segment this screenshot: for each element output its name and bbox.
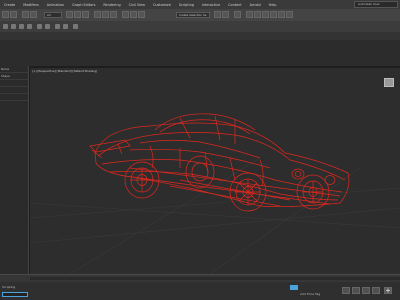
material-editor-button[interactable] <box>262 11 269 18</box>
modeling-icon[interactable] <box>55 24 60 29</box>
user-account[interactable]: Autodesk User <box>354 1 398 8</box>
viewport-grid <box>30 157 400 274</box>
redo-button[interactable] <box>10 11 17 18</box>
scene-explorer-empty-row <box>0 80 28 87</box>
menu-civil-view[interactable]: Civil View <box>125 3 149 7</box>
scene-explorer: Name Shape <box>0 66 29 274</box>
named-selection-sets-dropdown[interactable]: Create Selection Se <box>176 12 210 18</box>
menu-bar: Create Modifiers Animation Graph Editors… <box>0 0 400 9</box>
menu-scripting[interactable]: Scripting <box>175 3 198 7</box>
selection-filter-dropdown[interactable]: All <box>44 12 62 18</box>
scene-explorer-name-header[interactable]: Name <box>0 66 28 73</box>
status-bar: Scripting Add Time Tag <box>0 282 400 300</box>
scene-explorer-shape-row[interactable]: Shape <box>0 73 28 80</box>
align-button[interactable] <box>222 11 229 18</box>
zoom-all-icon[interactable] <box>352 287 360 294</box>
schematic-view-button[interactable] <box>254 11 261 18</box>
perspective-viewport[interactable]: [+] [Perspective] [Standard] [Default Sh… <box>30 68 400 274</box>
maxscript-input[interactable] <box>2 292 28 297</box>
scene-explorer-empty-row <box>0 87 28 94</box>
add-time-tag-button[interactable]: Add Time Tag <box>300 292 320 296</box>
freeform-icon[interactable] <box>63 24 68 29</box>
render-frame-button[interactable] <box>278 11 285 18</box>
menu-graph-editors[interactable]: Graph Editors <box>68 3 99 7</box>
display-icon[interactable] <box>37 24 42 29</box>
menu-arnold[interactable]: Arnold <box>246 3 265 7</box>
rotate-button[interactable] <box>102 11 109 18</box>
layer-explorer-button[interactable] <box>234 11 241 18</box>
scene-explorer-empty-row <box>0 94 28 101</box>
utilities-icon[interactable] <box>45 24 50 29</box>
ribbon-tabs <box>0 32 400 40</box>
maximize-viewport-icon[interactable] <box>384 287 392 294</box>
key-mode-toggle[interactable] <box>290 285 298 290</box>
angle-snap-button[interactable] <box>130 11 137 18</box>
selection-icon[interactable] <box>73 24 78 29</box>
car-wireframe <box>89 113 350 212</box>
scale-button[interactable] <box>110 11 117 18</box>
modify-icon[interactable] <box>11 24 16 29</box>
timeline-track[interactable] <box>30 277 400 280</box>
zoom-icon[interactable] <box>342 287 350 294</box>
mirror-button[interactable] <box>214 11 221 18</box>
ribbon-panel <box>0 40 400 66</box>
create-icon[interactable] <box>3 24 8 29</box>
rectangular-selection-button[interactable] <box>82 11 89 18</box>
menu-help[interactable]: Help <box>265 3 281 7</box>
select-by-name-button[interactable] <box>74 11 81 18</box>
snap-toggle-button[interactable] <box>122 11 129 18</box>
render-button[interactable] <box>286 11 293 18</box>
field-of-view-icon[interactable] <box>362 287 370 294</box>
menu-create[interactable]: Create <box>0 3 19 7</box>
hierarchy-icon[interactable] <box>19 24 24 29</box>
orbit-icon[interactable] <box>372 287 380 294</box>
menu-content[interactable]: Content <box>224 3 246 7</box>
menu-customize[interactable]: Customize <box>149 3 175 7</box>
motion-icon[interactable] <box>27 24 32 29</box>
link-button[interactable] <box>22 11 29 18</box>
wireframe-car-model[interactable] <box>30 68 400 274</box>
move-button[interactable] <box>94 11 101 18</box>
curve-editor-button[interactable] <box>246 11 253 18</box>
unlink-button[interactable] <box>30 11 37 18</box>
menu-rendering[interactable]: Rendering <box>99 3 124 7</box>
percent-snap-button[interactable] <box>138 11 145 18</box>
render-setup-button[interactable] <box>270 11 277 18</box>
select-object-button[interactable] <box>66 11 73 18</box>
menu-modifiers[interactable]: Modifiers <box>19 3 42 7</box>
undo-button[interactable] <box>2 11 9 18</box>
menu-animation[interactable]: Animation <box>43 3 68 7</box>
maxscript-listener-label[interactable]: Scripting <box>2 285 15 289</box>
menu-interactive[interactable]: Interactive <box>198 3 224 7</box>
